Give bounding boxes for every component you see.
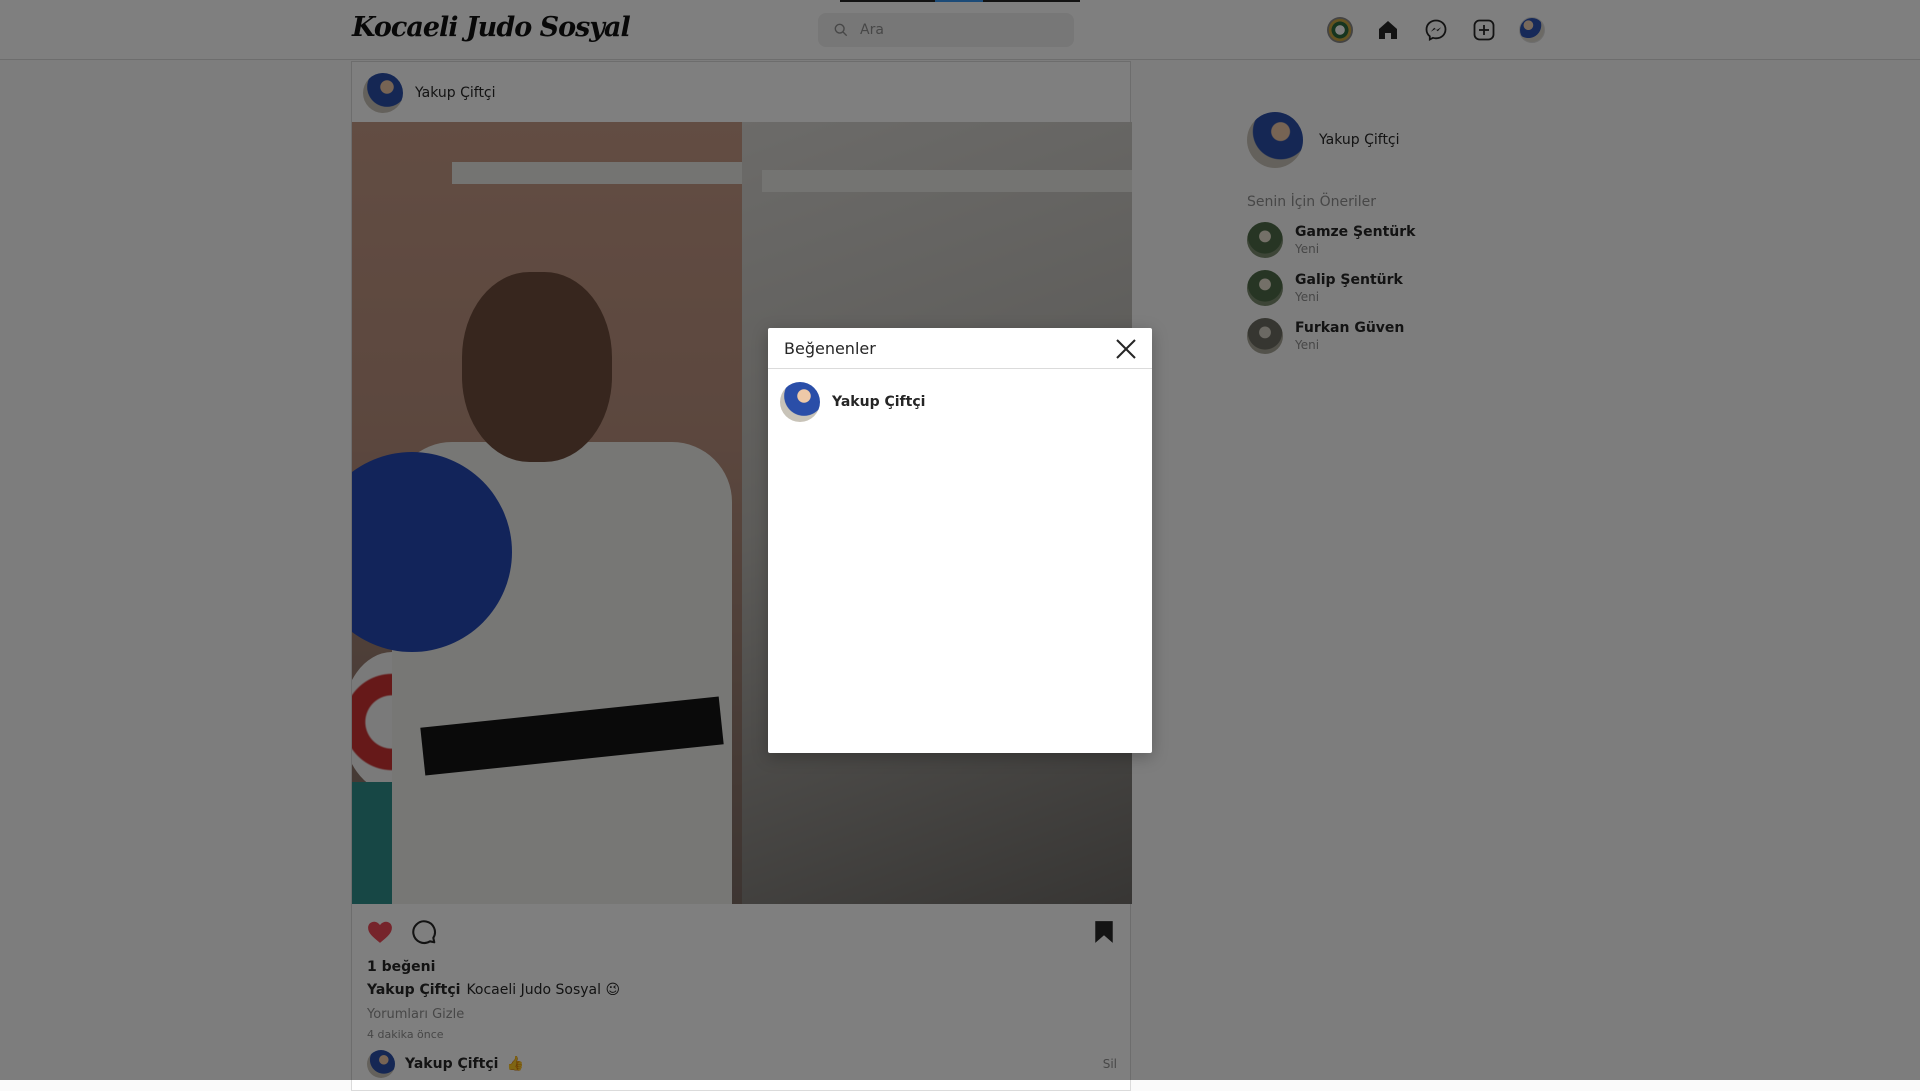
- likes-modal-header: Beğenenler: [768, 328, 1152, 369]
- liker-avatar[interactable]: [780, 382, 820, 422]
- likes-modal-title: Beğenenler: [784, 338, 876, 358]
- close-icon[interactable]: [1114, 337, 1138, 361]
- liker-name[interactable]: Yakup Çiftçi: [832, 394, 925, 410]
- likes-modal: Beğenenler Yakup Çiftçi: [768, 328, 1152, 753]
- liker-item[interactable]: Yakup Çiftçi: [780, 382, 1152, 422]
